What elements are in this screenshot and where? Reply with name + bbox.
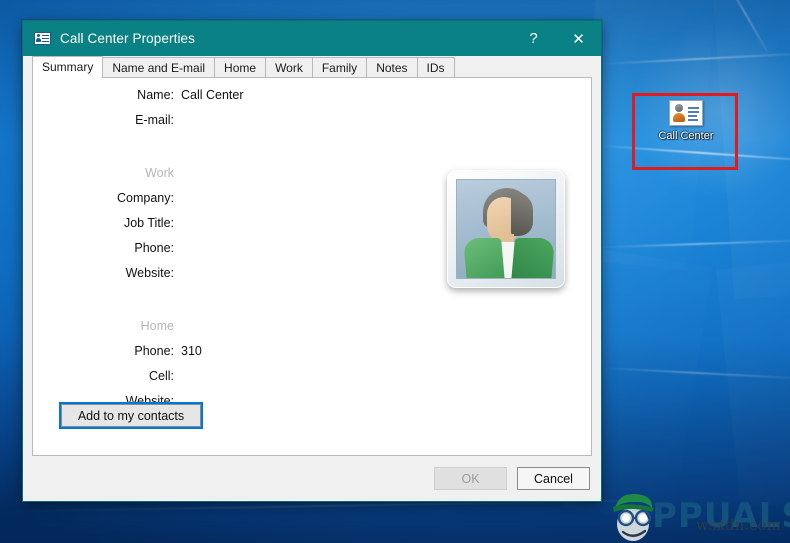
- field-label-name: Name:: [137, 88, 174, 102]
- tab-strip: Summary Name and E-mail Home Work Family…: [23, 56, 601, 78]
- tab-summary[interactable]: Summary: [32, 56, 104, 78]
- appuals-watermark: PPUALS wsxdn.com: [604, 488, 790, 543]
- field-row-work-website: Website:: [33, 266, 373, 291]
- close-button[interactable]: ✕: [556, 21, 601, 56]
- section-header-home: Home: [33, 319, 373, 344]
- field-value-home-phone[interactable]: 310: [181, 344, 202, 358]
- tab-work[interactable]: Work: [265, 57, 313, 78]
- contact-photo[interactable]: [447, 170, 565, 288]
- field-row-home-phone: Phone: 310: [33, 344, 373, 369]
- field-label-cell: Cell:: [148, 369, 174, 383]
- help-button[interactable]: ?: [511, 21, 556, 56]
- field-label-home-phone: Phone:: [134, 344, 174, 358]
- watermark-url: wsxdn.com: [696, 516, 781, 534]
- tab-name-and-email[interactable]: Name and E-mail: [102, 57, 216, 78]
- section-header-work: Work: [33, 166, 373, 191]
- tab-family[interactable]: Family: [311, 57, 368, 78]
- field-label-work-phone: Phone:: [134, 241, 174, 255]
- field-label-work-website: Website:: [125, 266, 174, 280]
- field-row-home-cell: Cell:: [33, 369, 373, 394]
- ok-button[interactable]: OK: [434, 467, 507, 490]
- contact-card-icon: [34, 32, 51, 45]
- summary-tab-panel: Name: Call Center E-mail: Work Company: …: [32, 77, 592, 456]
- properties-dialog: Call Center Properties ? ✕ Summary Name …: [22, 20, 602, 502]
- field-value-name[interactable]: Call Center: [181, 88, 244, 102]
- contact-photo-image: [456, 179, 556, 279]
- field-label-email: E-mail:: [135, 113, 174, 127]
- field-label-company: Company:: [117, 191, 174, 205]
- field-row-email: E-mail:: [33, 113, 373, 138]
- red-highlight-box: [632, 93, 738, 170]
- field-row-work-job-title: Job Title:: [33, 216, 373, 241]
- section-label-work: Work: [145, 166, 174, 180]
- section-label-home: Home: [140, 319, 174, 333]
- tab-notes[interactable]: Notes: [366, 57, 418, 78]
- field-row-work-phone: Phone:: [33, 241, 373, 266]
- dialog-footer: OK Cancel: [23, 456, 601, 501]
- tab-home[interactable]: Home: [214, 57, 267, 78]
- field-label-job-title: Job Title:: [123, 216, 174, 230]
- field-row-work-company: Company:: [33, 191, 373, 216]
- summary-field-list: Name: Call Center E-mail: Work Company: …: [33, 88, 373, 419]
- cancel-button[interactable]: Cancel: [517, 467, 590, 490]
- field-row-name: Name: Call Center: [33, 88, 373, 113]
- dialog-title: Call Center Properties: [60, 31, 196, 46]
- dialog-titlebar[interactable]: Call Center Properties ? ✕: [23, 21, 601, 56]
- tab-ids[interactable]: IDs: [416, 57, 455, 78]
- add-to-contacts-button[interactable]: Add to my contacts: [59, 402, 203, 429]
